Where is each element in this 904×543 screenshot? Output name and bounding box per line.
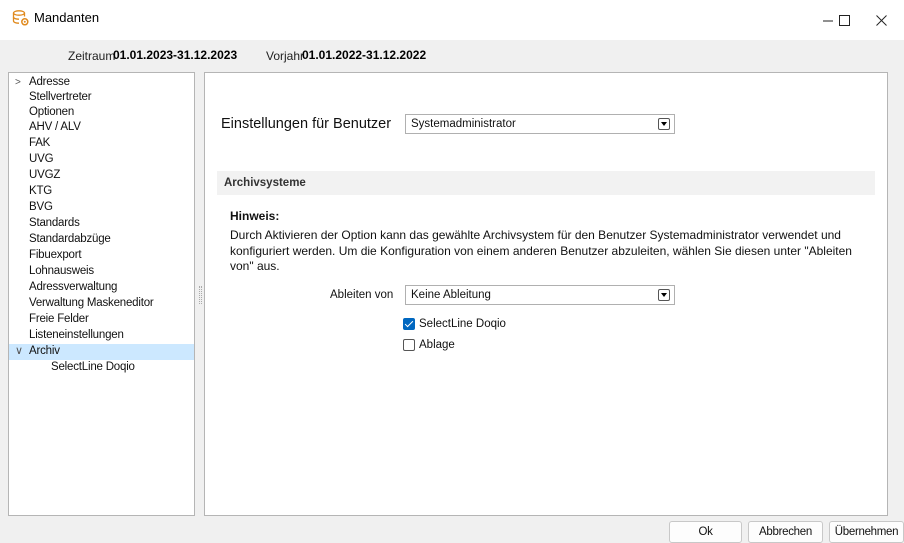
checkbox-unchecked-icon[interactable]: [403, 339, 415, 351]
tree-item-verwaltung-maskeneditor[interactable]: Verwaltung Maskeneditor: [9, 296, 194, 311]
collapse-arrow-icon[interactable]: ∨: [15, 344, 23, 359]
zeitraum-value: 01.01.2023-31.12.2023: [113, 48, 238, 62]
tree-item-standards[interactable]: Standards: [9, 216, 194, 231]
dropdown-arrow-icon[interactable]: [658, 118, 670, 130]
window-title: Mandanten: [34, 10, 100, 25]
tree-item-label: BVG: [29, 201, 53, 213]
derive-select[interactable]: Keine Ableitung: [405, 285, 675, 305]
tree-item-label: FAK: [29, 137, 51, 149]
checkbox-ablage[interactable]: Ablage: [403, 337, 455, 353]
tree-item-label: Verwaltung Maskeneditor: [29, 297, 154, 309]
section-header: Archivsysteme: [217, 171, 875, 195]
hint-title: Hinweis:: [230, 209, 280, 223]
expand-arrow-icon[interactable]: >: [15, 75, 21, 90]
close-button[interactable]: [858, 0, 904, 40]
tree-item-lohnausweis[interactable]: Lohnausweis: [9, 264, 194, 279]
user-select[interactable]: Systemadministrator: [405, 114, 675, 134]
maximize-icon: [838, 14, 850, 26]
splitter-handle[interactable]: [199, 286, 202, 304]
checkbox-checked-icon[interactable]: [403, 318, 415, 330]
tree-item-uvgz[interactable]: UVGZ: [9, 168, 194, 183]
tree-item-label: Freie Felder: [29, 313, 89, 325]
settings-user-label: Einstellungen für Benutzer: [221, 116, 392, 132]
dropdown-arrow-icon[interactable]: [658, 289, 670, 301]
database-gear-icon: [12, 10, 29, 26]
tree-item-uvg[interactable]: UVG: [9, 152, 194, 167]
tree-item-label: Optionen: [29, 106, 75, 118]
tree-item-standardabzuege[interactable]: Standardabzüge: [9, 232, 194, 247]
vertical-scrollbar[interactable]: [888, 72, 904, 516]
tree-item-fak[interactable]: FAK: [9, 136, 194, 151]
zeitraum-label: Zeitraum: [68, 49, 116, 63]
title-bar: Mandanten: [0, 0, 904, 40]
tree-item-bvg[interactable]: BVG: [9, 200, 194, 215]
tree-item-ktg[interactable]: KTG: [9, 184, 194, 199]
tree-item-adresse[interactable]: > Adresse: [9, 75, 194, 90]
tree-item-label: Lohnausweis: [29, 265, 94, 277]
tree-item-label: Archiv: [29, 345, 60, 357]
tree-item-optionen[interactable]: Optionen: [9, 105, 194, 120]
tree-item-selectline-doqio[interactable]: SelectLine Doqio: [9, 360, 194, 375]
tree-item-adressverwaltung[interactable]: Adressverwaltung: [9, 280, 194, 295]
tree-item-fibuexport[interactable]: Fibuexport: [9, 248, 194, 263]
close-icon: [875, 14, 887, 26]
user-select-value: Systemadministrator: [411, 118, 516, 130]
tree-item-label: Fibuexport: [29, 249, 82, 261]
tree-item-ahv-alv[interactable]: AHV / ALV: [9, 120, 194, 135]
tree-item-label: UVG: [29, 153, 54, 165]
settings-panel: Einstellungen für Benutzer Systemadminis…: [204, 72, 888, 516]
tree-item-archiv[interactable]: ∨ Archiv: [9, 344, 194, 360]
vorjahr-value: 01.01.2022-31.12.2022: [302, 48, 427, 62]
navigation-tree[interactable]: > Adresse Stellvertreter Optionen AHV / …: [8, 72, 195, 516]
tree-item-label: KTG: [29, 185, 53, 197]
tree-item-label: Standards: [29, 217, 80, 229]
tree-item-label: Stellvertreter: [29, 91, 92, 103]
vorjahr-label: Vorjahr: [266, 49, 305, 63]
apply-button[interactable]: Übernehmen: [829, 521, 904, 543]
tree-item-label: Adresse: [29, 76, 70, 88]
tree-item-stellvertreter[interactable]: Stellvertreter: [9, 90, 194, 105]
checkbox-label: SelectLine Doqio: [419, 318, 506, 330]
checkbox-selectline-doqio[interactable]: SelectLine Doqio: [403, 316, 506, 332]
ok-button[interactable]: Ok: [669, 521, 742, 543]
cancel-button[interactable]: Abbrechen: [748, 521, 823, 543]
tree-item-label: UVGZ: [29, 169, 61, 181]
period-bar: Zeitraum 01.01.2023-31.12.2023 Vorjahr 0…: [0, 40, 904, 70]
tree-item-listeneinstellungen[interactable]: Listeneinstellungen: [9, 328, 194, 343]
tree-item-label: Standardabzüge: [29, 233, 111, 245]
tree-item-label: AHV / ALV: [29, 121, 81, 133]
checkbox-label: Ablage: [419, 339, 455, 351]
tree-item-label: Listeneinstellungen: [29, 329, 124, 341]
tree-item-freie-felder[interactable]: Freie Felder: [9, 312, 194, 327]
section-title: Archivsysteme: [224, 177, 306, 189]
hint-text: Durch Aktivieren der Option kann das gew…: [230, 228, 852, 273]
tree-item-label: Adressverwaltung: [29, 281, 118, 293]
derive-label: Ableiten von: [330, 289, 394, 301]
derive-select-value: Keine Ableitung: [411, 289, 491, 301]
tree-item-label: SelectLine Doqio: [51, 361, 135, 373]
